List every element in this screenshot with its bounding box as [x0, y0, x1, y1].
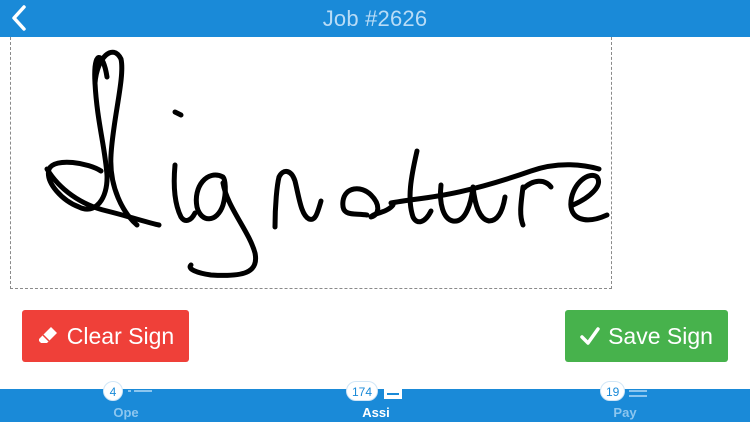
tab-pay[interactable]: 19 Pay	[575, 381, 675, 422]
tab-label: Ope	[113, 405, 139, 420]
tab-bar: 4 Ope 174 Assi 19 Pay	[0, 381, 750, 422]
save-sign-button[interactable]: Save Sign	[565, 310, 728, 362]
menu-icon	[629, 390, 647, 397]
save-sign-label: Save Sign	[608, 322, 713, 349]
eraser-icon	[37, 325, 59, 347]
signature-drawing	[44, 49, 610, 278]
clipboard-icon	[384, 389, 402, 399]
tab-assi[interactable]: 174 Assi	[326, 381, 426, 422]
tab-badge: 19	[600, 381, 626, 401]
tab-label: Assi	[362, 405, 390, 420]
tab-badge: 174	[346, 381, 379, 401]
clear-sign-button[interactable]: Clear Sign	[22, 310, 189, 362]
tab-ope[interactable]: 4 Ope	[76, 381, 176, 422]
clear-sign-label: Clear Sign	[66, 322, 175, 349]
list-icon	[128, 390, 152, 392]
tab-badge: 4	[103, 381, 123, 401]
checkmark-icon	[580, 326, 600, 346]
tab-label: Pay	[613, 405, 637, 420]
navigation-bar: Job #2626	[0, 0, 750, 37]
signature-pad[interactable]	[10, 37, 612, 289]
page-title: Job #2626	[322, 6, 428, 31]
